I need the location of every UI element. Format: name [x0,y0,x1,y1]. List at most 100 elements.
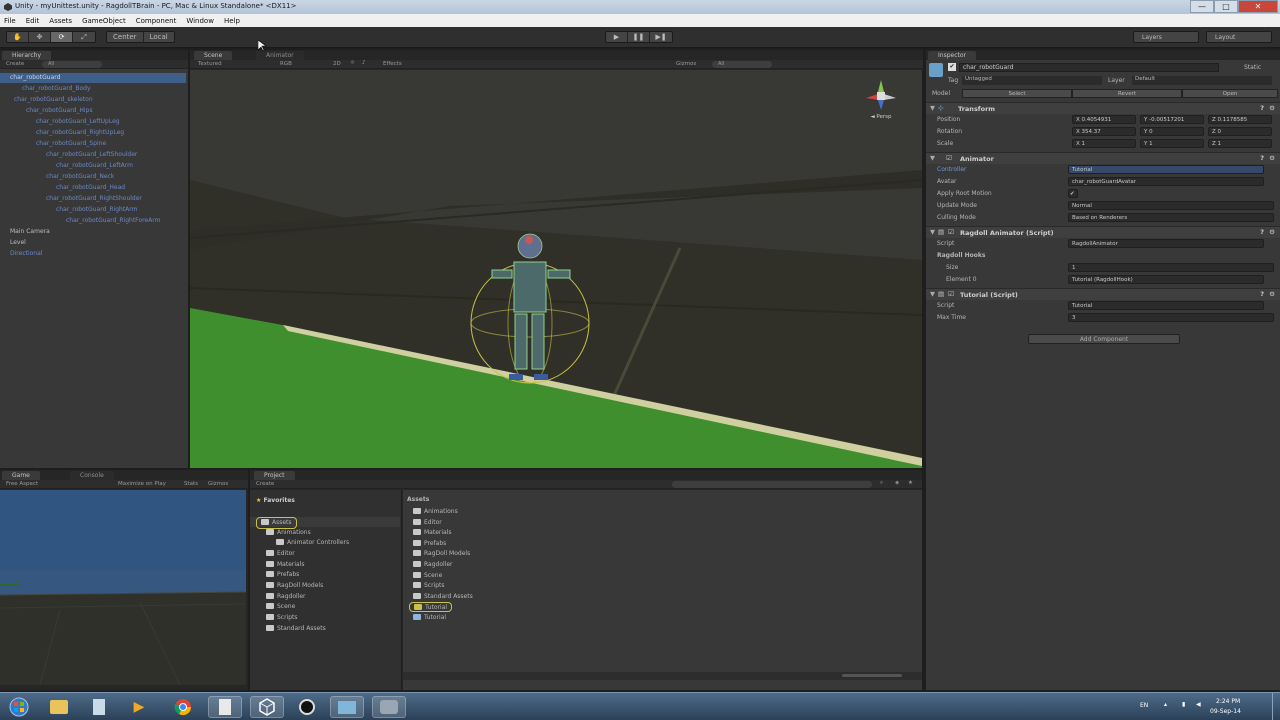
project-create-button[interactable]: Create [256,481,274,487]
tab-console[interactable]: Console [70,471,114,480]
transform-header[interactable]: ▼ ⊹ Transform ? ⚙ [926,102,1280,114]
settings-gear-icon[interactable]: ⚙ [1269,228,1275,236]
effects-dropdown[interactable]: Effects [383,61,402,67]
scene-viewport[interactable]: ◄ Persp [190,70,922,468]
position-z-field[interactable]: Z 0.1178585 [1208,115,1272,124]
game-gizmos-dropdown[interactable]: Gizmos [208,481,228,487]
hierarchy-item[interactable]: char_robotGuard_LeftShoulder [46,150,137,160]
model-select-button[interactable]: Select [962,89,1072,98]
asset-folder[interactable]: Ragdoller [413,560,453,570]
tree-item[interactable]: Standard Assets [266,624,326,634]
hierarchy-item[interactable]: char_robotGuard_RightUpLeg [36,128,124,138]
active-checkbox[interactable]: ✔ [948,63,956,71]
animator-header[interactable]: ▼ ☑ Animator ? ⚙ [926,152,1280,164]
hierarchy-item[interactable]: char_robotGuard_LeftUpLeg [36,117,120,127]
menu-help[interactable]: Help [224,17,240,25]
animator-avatar-field[interactable]: char_robotGuardAvatar [1068,177,1264,186]
explorer-icon[interactable] [42,696,76,718]
hierarchy-item[interactable]: char_robotGuard_Body [22,84,91,94]
tab-game[interactable]: Game [2,471,40,480]
space-local-toggle[interactable]: Local [144,32,174,42]
hierarchy-item[interactable]: char_robotGuard_RightForeArm [66,216,160,226]
assets-breadcrumb[interactable]: Assets [407,495,429,505]
favorite-star-icon[interactable]: ★ [908,480,913,486]
maximize-on-play-toggle[interactable]: Maximize on Play [118,481,166,487]
animator-controller-field[interactable]: Tutorial [1068,165,1264,174]
persp-label[interactable]: ◄ Persp [862,114,900,120]
documents-icon[interactable] [208,696,242,718]
tree-item-assets[interactable]: Assets [250,517,400,529]
rotate-icon[interactable]: ⟳ [51,32,73,42]
notepad-icon[interactable] [82,696,116,718]
asset-file[interactable]: Tutorial [413,613,446,623]
move-icon[interactable]: ✥ [29,32,51,42]
search-filter-icon[interactable]: ⌕ [880,480,883,487]
hierarchy-item[interactable]: char_robotGuard_Head [56,183,125,193]
hierarchy-item[interactable]: char_robotGuard_Neck [46,172,114,182]
tree-item[interactable]: Prefabs [266,570,299,580]
project-search-input[interactable] [672,481,872,488]
menu-edit[interactable]: Edit [26,17,40,25]
step-button[interactable]: ▶❚ [650,32,672,42]
menu-component[interactable]: Component [136,17,177,25]
tree-item[interactable]: Animations [266,528,311,538]
tab-inspector[interactable]: Inspector [928,51,976,60]
tab-scene[interactable]: Scene [194,51,233,60]
rotation-y-field[interactable]: Y 0 [1140,127,1204,136]
chrome-icon[interactable] [166,696,200,718]
menu-file[interactable]: File [4,17,16,25]
tab-project[interactable]: Project [254,471,295,480]
asset-tutorial-highlighted[interactable]: Tutorial [409,602,453,612]
layout-dropdown[interactable]: Layout [1206,31,1272,43]
apply-root-motion-checkbox[interactable]: ✔ [1068,189,1078,198]
minimize-button[interactable]: — [1190,0,1214,13]
shading-dropdown[interactable]: Textured [198,61,222,67]
help-icon[interactable]: ? [1260,104,1264,112]
foldout-arrow-icon[interactable]: ▼ [930,228,935,236]
photos-icon[interactable] [330,696,364,718]
scale-y-field[interactable]: Y 1 [1140,139,1204,148]
tree-item[interactable]: Scene [266,602,295,612]
menu-window[interactable]: Window [186,17,214,25]
audio-icon[interactable]: ♪ [362,60,366,66]
position-x-field[interactable]: X 0.4054931 [1072,115,1136,124]
asset-folder[interactable]: RagDoll Models [413,549,470,559]
stats-toggle[interactable]: Stats [184,481,198,487]
maximize-button[interactable]: □ [1214,0,1238,13]
foldout-arrow-icon[interactable]: ▼ [930,104,935,112]
asset-folder[interactable]: Standard Assets [413,592,473,602]
asset-folder[interactable]: Scene [413,571,442,581]
tree-item[interactable]: Editor [266,549,295,559]
help-icon[interactable]: ? [1260,228,1264,236]
ragdoll-hooks-label[interactable]: Ragdoll Hooks [937,252,985,259]
max-time-field[interactable]: 3 [1068,313,1274,322]
gizmos-dropdown[interactable]: Gizmos [676,61,696,67]
pivot-center-toggle[interactable]: Center [107,32,144,42]
help-icon[interactable]: ? [1260,154,1264,162]
hand-icon[interactable]: ✋ [7,32,29,42]
tree-item[interactable]: Animator Controllers [276,538,349,548]
hierarchy-item[interactable]: char_robotGuard_LeftArm [56,161,133,171]
hierarchy-item[interactable]: char_robotGuard_Spine [36,139,106,149]
hierarchy-item[interactable]: char_robotGuard [0,73,186,83]
scale-z-field[interactable]: Z 1 [1208,139,1272,148]
menu-assets[interactable]: Assets [49,17,72,25]
add-component-button[interactable]: Add Component [1028,334,1180,344]
foldout-arrow-icon[interactable]: ▼ [930,290,935,298]
tree-item[interactable]: Ragdoller [266,592,306,602]
show-desktop-button[interactable] [1272,693,1280,720]
layers-dropdown[interactable]: Layers [1133,31,1199,43]
scene-orientation-gizmo[interactable]: ◄ Persp [862,78,900,124]
hierarchy-search-input[interactable]: All [42,61,102,68]
model-revert-button[interactable]: Revert [1072,89,1182,98]
tab-animator[interactable]: Animator [256,51,304,60]
scale-icon[interactable]: ⤢ [73,32,95,42]
model-open-button[interactable]: Open [1182,89,1278,98]
rotation-x-field[interactable]: X 354.37 [1072,127,1136,136]
tutorial-script-field[interactable]: Tutorial [1068,301,1264,310]
hierarchy-item[interactable]: char_robotGuard_skeleton [14,95,93,105]
ragdoll-size-field[interactable]: 1 [1068,263,1274,272]
start-orb-icon[interactable] [2,696,36,718]
component-enabled-checkbox[interactable]: ☑ [948,290,954,298]
ragdoll-element-field[interactable]: Tutorial (RagdollHook) [1068,275,1264,284]
